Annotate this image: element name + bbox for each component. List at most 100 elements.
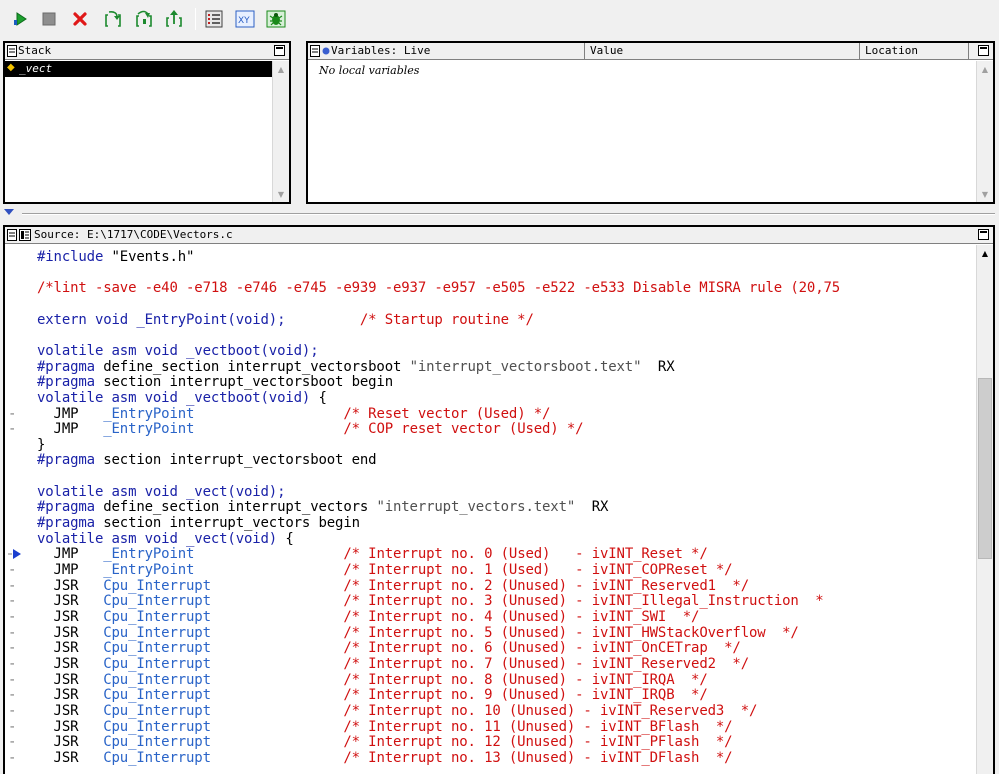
current-frame-icon: ◆ <box>7 62 15 73</box>
source-line[interactable] <box>5 265 975 281</box>
stack-scrollbar[interactable]: ▲ ▼ <box>272 61 289 202</box>
source-line[interactable]: - JSR Cpu_Interrupt /* Interrupt no. 8 (… <box>5 672 975 688</box>
source-line[interactable] <box>5 296 975 312</box>
source-line[interactable]: - JSR Cpu_Interrupt /* Interrupt no. 10 … <box>5 703 975 719</box>
source-line[interactable]: volatile asm void _vectboot(void) { <box>5 390 975 406</box>
source-line[interactable]: volatile asm void _vectboot(void); <box>5 343 975 359</box>
breakpoint-gutter-marker[interactable]: - <box>8 406 20 422</box>
breakpoint-gutter-marker[interactable]: - <box>8 734 20 750</box>
toolbar-separator <box>195 8 196 30</box>
code-token: { <box>285 531 294 547</box>
source-line[interactable]: - JMP _EntryPoint /* COP reset vector (U… <box>5 421 975 437</box>
value-column-header[interactable]: Value <box>590 44 623 57</box>
code-token: JSR <box>37 625 104 641</box>
stack-frame-label: _vect <box>19 62 53 75</box>
scroll-down-arrow-icon[interactable]: ▼ <box>977 186 993 202</box>
variables-maximize-icon[interactable] <box>978 45 989 56</box>
stack-frame-row[interactable]: ◆ _vect <box>5 61 273 77</box>
run-button[interactable] <box>10 9 30 29</box>
code-token: _EntryPoint <box>103 421 195 437</box>
step-over-button[interactable] <box>134 9 154 29</box>
breakpoint-gutter-marker[interactable]: - <box>8 609 20 625</box>
scroll-up-arrow-icon[interactable]: ▲ <box>977 245 993 261</box>
source-line[interactable]: volatile asm void _vect(void); <box>5 484 975 500</box>
code-token: section interrupt_vectorsboot begin <box>103 374 393 390</box>
column-divider[interactable] <box>859 43 860 60</box>
source-line[interactable]: JMP _EntryPoint /* Interrupt no. 0 (Used… <box>5 546 975 562</box>
source-line[interactable]: - JSR Cpu_Interrupt /* Interrupt no. 9 (… <box>5 687 975 703</box>
source-line[interactable]: - JSR Cpu_Interrupt /* Interrupt no. 5 (… <box>5 625 975 641</box>
scroll-thumb[interactable] <box>978 378 992 559</box>
source-line-text: JMP _EntryPoint /* Interrupt no. 1 (Used… <box>37 562 733 578</box>
source-line[interactable]: /*lint -save -e40 -e718 -e746 -e745 -e93… <box>5 280 975 296</box>
source-line[interactable]: - JSR Cpu_Interrupt /* Interrupt no. 4 (… <box>5 609 975 625</box>
code-token: #pragma <box>37 499 104 515</box>
step-into-button[interactable] <box>103 9 123 29</box>
code-token: Cpu_Interrupt <box>103 656 211 672</box>
code-token: JSR <box>37 750 104 766</box>
pane-splitter[interactable] <box>0 205 999 225</box>
memory-button[interactable]: XY <box>235 9 255 29</box>
source-line[interactable]: #pragma define_section interrupt_vectors… <box>5 359 975 375</box>
source-line[interactable]: - JSR Cpu_Interrupt /* Interrupt no. 6 (… <box>5 640 975 656</box>
source-line[interactable]: - JSR Cpu_Interrupt /* Interrupt no. 11 … <box>5 719 975 735</box>
reset-button[interactable] <box>70 9 90 29</box>
source-code-view[interactable]: #include "Events.h" /*lint -save -e40 -e7… <box>5 246 975 774</box>
source-line[interactable]: - JMP _EntryPoint /* Interrupt no. 1 (Us… <box>5 562 975 578</box>
scroll-down-arrow-icon[interactable]: ▼ <box>273 186 289 202</box>
source-line[interactable]: #pragma section interrupt_vectors begin <box>5 515 975 531</box>
breakpoint-gutter-marker[interactable]: - <box>8 593 20 609</box>
source-line[interactable]: - JSR Cpu_Interrupt /* Interrupt no. 13 … <box>5 750 975 766</box>
source-line-text: volatile asm void _vect(void) { <box>37 531 294 547</box>
breakpoint-gutter-marker[interactable]: - <box>8 562 20 578</box>
column-divider <box>968 43 969 60</box>
source-line[interactable]: volatile asm void _vect(void) { <box>5 531 975 547</box>
source-line[interactable]: - JSR Cpu_Interrupt /* Interrupt no. 12 … <box>5 734 975 750</box>
source-line[interactable]: - JSR Cpu_Interrupt /* Interrupt no. 2 (… <box>5 578 975 594</box>
source-line[interactable]: #pragma define_section interrupt_vectors… <box>5 499 975 515</box>
source-line[interactable] <box>5 468 975 484</box>
source-line[interactable]: #include "Events.h" <box>5 249 975 265</box>
code-token: JMP <box>37 562 104 578</box>
source-line[interactable]: extern void _EntryPoint(void); /* Startu… <box>5 312 975 328</box>
debug-button[interactable] <box>266 9 286 29</box>
source-line[interactable] <box>5 327 975 343</box>
code-token: _EntryPoint <box>103 562 195 578</box>
source-line[interactable]: - JSR Cpu_Interrupt /* Interrupt no. 3 (… <box>5 593 975 609</box>
source-scrollbar[interactable]: ▲ <box>976 245 993 774</box>
halt-button[interactable] <box>39 9 59 29</box>
breakpoint-gutter-marker[interactable]: - <box>8 640 20 656</box>
source-line[interactable]: - JSR Cpu_Interrupt /* Interrupt no. 7 (… <box>5 656 975 672</box>
scroll-up-arrow-icon[interactable]: ▲ <box>273 61 289 77</box>
code-token: volatile asm void _vect(void) <box>37 531 286 547</box>
breakpoint-gutter-marker[interactable]: - <box>8 672 20 688</box>
code-token: JSR <box>37 719 104 735</box>
breakpoint-gutter-marker[interactable]: - <box>8 421 20 437</box>
stack-maximize-icon[interactable] <box>274 45 285 56</box>
location-column-header[interactable]: Location <box>865 44 918 57</box>
variables-scrollbar[interactable]: ▲ ▼ <box>976 61 993 202</box>
step-out-button[interactable] <box>164 9 184 29</box>
source-maximize-icon[interactable] <box>978 229 989 240</box>
breakpoint-gutter-marker[interactable]: - <box>8 656 20 672</box>
scroll-up-arrow-icon[interactable]: ▲ <box>977 61 993 77</box>
collapse-triangle-icon[interactable] <box>4 209 14 215</box>
source-line[interactable]: #pragma section interrupt_vectorsboot en… <box>5 452 975 468</box>
source-line[interactable]: } <box>5 437 975 453</box>
breakpoint-gutter-marker[interactable]: - <box>8 719 20 735</box>
registers-button[interactable] <box>204 9 224 29</box>
column-divider[interactable] <box>584 43 585 60</box>
source-line[interactable]: - JMP _EntryPoint /* Reset vector (Used)… <box>5 406 975 422</box>
breakpoint-gutter-marker[interactable]: - <box>8 703 20 719</box>
source-line[interactable]: #pragma section interrupt_vectorsboot be… <box>5 374 975 390</box>
breakpoint-gutter-marker[interactable]: - <box>8 625 20 641</box>
breakpoint-gutter-marker[interactable]: - <box>8 578 20 594</box>
breakpoint-gutter-marker[interactable]: - <box>8 687 20 703</box>
code-token: JMP <box>37 546 104 562</box>
breakpoint-gutter-marker[interactable]: - <box>8 750 20 766</box>
source-pane: Source: E:\1717\CODE\Vectors.c #include … <box>3 225 995 774</box>
